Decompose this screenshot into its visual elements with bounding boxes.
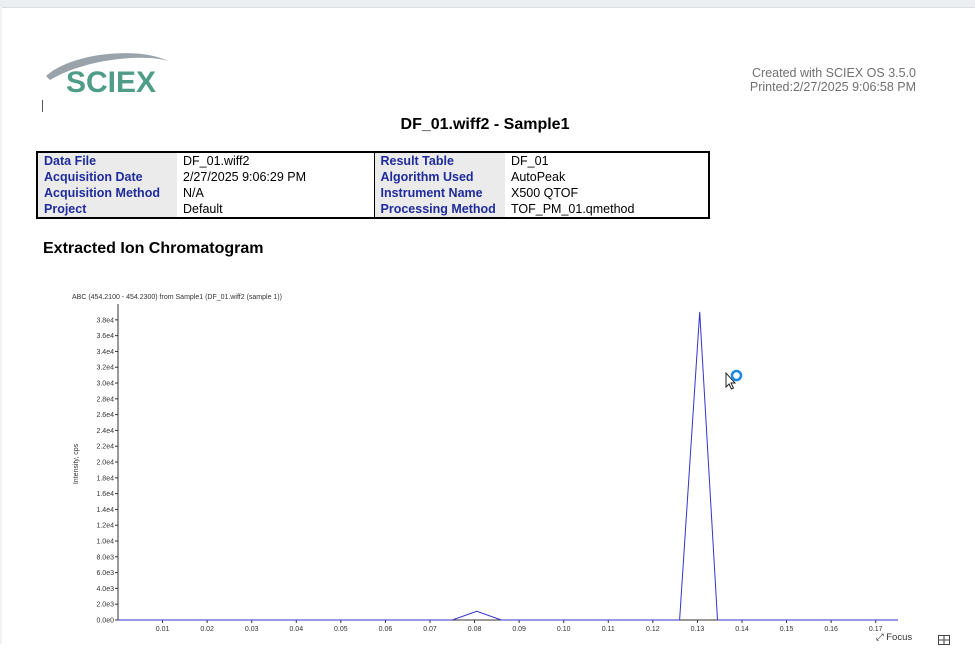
chart-title: ABC (454.2100 - 454.2300) from Sample1 (… — [72, 294, 282, 301]
y-tick-label: 8.0e3 — [96, 554, 114, 561]
info-key: Acquisition Method — [37, 185, 177, 201]
window-top-bar — [0, 0, 975, 8]
y-tick-label: 3.8e4 — [96, 317, 114, 324]
info-value: Default — [177, 201, 374, 218]
y-tick-label: 1.0e4 — [96, 539, 114, 546]
focus-button[interactable]: ⤢ Focus — [876, 632, 912, 643]
info-key: Algorithm Used — [374, 169, 505, 185]
printed-text: Printed:2/27/2025 9:06:58 PM — [750, 80, 916, 94]
y-tick-label: 1.6e4 — [96, 491, 114, 498]
report-title: DF_01.wiff2 - Sample1 — [0, 116, 970, 134]
sample-info-table: Data File DF_01.wiff2 Result Table DF_01… — [36, 151, 710, 219]
y-tick-label: 3.4e4 — [96, 349, 114, 356]
view-layout-icon[interactable] — [938, 632, 950, 642]
x-tick-label: 0.13 — [691, 626, 705, 633]
series-line — [118, 312, 898, 620]
report-metadata: Created with SCIEX OS 3.5.0 Printed:2/27… — [750, 66, 916, 94]
logo-text: SCIEX — [66, 66, 156, 98]
table-row: Acquisition Method N/A Instrument Name X… — [37, 185, 709, 201]
y-tick-label: 3.0e4 — [96, 381, 114, 388]
x-axis-ticks: 0.01 0.02 0.03 0.04 0.05 0.06 0.07 0.08 0.09 0.10… — [156, 620, 883, 633]
y-tick-label: 2.6e4 — [96, 412, 114, 419]
text-caret — [42, 100, 43, 112]
y-tick-label: 6.0e3 — [96, 570, 114, 577]
x-tick-label: 0.15 — [780, 626, 794, 633]
created-with-text: Created with SCIEX OS 3.5.0 — [750, 66, 916, 80]
y-tick-label: 1.8e4 — [96, 475, 114, 482]
chromatogram-chart[interactable]: ABC (454.2100 - 454.2300) from Sample1 (… — [60, 288, 910, 634]
y-tick-label: 3.2e4 — [96, 365, 114, 372]
info-value: TOF_PM_01.qmethod — [505, 201, 709, 218]
section-title: Extracted Ion Chromatogram — [43, 240, 263, 258]
y-tick-label: 2.4e4 — [96, 428, 114, 435]
info-key: Data File — [37, 152, 177, 169]
info-value: 2/27/2025 9:06:29 PM — [177, 169, 374, 185]
sciex-logo: SCIEX — [42, 48, 174, 98]
info-value: DF_01.wiff2 — [177, 152, 374, 169]
x-tick-label: 0.16 — [824, 626, 838, 633]
busy-cursor-icon — [724, 368, 744, 395]
x-tick-label: 0.14 — [735, 626, 749, 633]
info-value: X500 QTOF — [505, 185, 709, 201]
info-value: DF_01 — [505, 152, 709, 169]
y-tick-label: 1.4e4 — [96, 507, 114, 514]
x-tick-label: 0.04 — [289, 626, 303, 633]
y-tick-label: 2.8e4 — [96, 396, 114, 403]
x-tick-label: 0.06 — [379, 626, 393, 633]
info-value: N/A — [177, 185, 374, 201]
y-tick-label: 1.2e4 — [96, 523, 114, 530]
x-tick-label: 0.10 — [557, 626, 571, 633]
info-key: Processing Method — [374, 201, 505, 218]
x-tick-label: 0.01 — [156, 626, 170, 633]
y-tick-label: 2.0e4 — [96, 460, 114, 467]
info-key: Project — [37, 201, 177, 218]
x-tick-label: 0.11 — [602, 626, 615, 633]
info-key: Result Table — [374, 152, 505, 169]
x-tick-label: 0.07 — [423, 626, 437, 633]
table-row: Acquisition Date 2/27/2025 9:06:29 PM Al… — [37, 169, 709, 185]
y-tick-label: 2.2e4 — [96, 444, 114, 451]
y-tick-label: 0.0e0 — [96, 618, 114, 625]
chart-series — [118, 312, 898, 620]
x-tick-label: 0.09 — [512, 626, 526, 633]
y-axis-label: Intensity, cps — [73, 443, 80, 484]
x-tick-label: 0.08 — [468, 626, 482, 633]
y-tick-label: 3.6e4 — [96, 333, 114, 340]
info-key: Acquisition Date — [37, 169, 177, 185]
y-axis-ticks: 0.0e0 2.0e3 4.0e3 6.0e3 8.0e3 1.0e4 1.2e4 1.4e4… — [96, 317, 118, 624]
y-tick-label: 2.0e3 — [96, 602, 114, 609]
y-tick-label: 4.0e3 — [96, 586, 114, 593]
chart-axes — [118, 304, 898, 620]
info-key: Instrument Name — [374, 185, 505, 201]
focus-label: Focus — [886, 632, 912, 643]
x-tick-label: 0.03 — [245, 626, 259, 633]
x-tick-label: 0.12 — [646, 626, 660, 633]
focus-icon: ⤢ — [876, 632, 884, 643]
x-tick-label: 0.02 — [200, 626, 214, 633]
table-row: Project Default Processing Method TOF_PM… — [37, 201, 709, 218]
x-tick-label: 0.05 — [334, 626, 348, 633]
table-row: Data File DF_01.wiff2 Result Table DF_01 — [37, 152, 709, 169]
info-value: AutoPeak — [505, 169, 709, 185]
